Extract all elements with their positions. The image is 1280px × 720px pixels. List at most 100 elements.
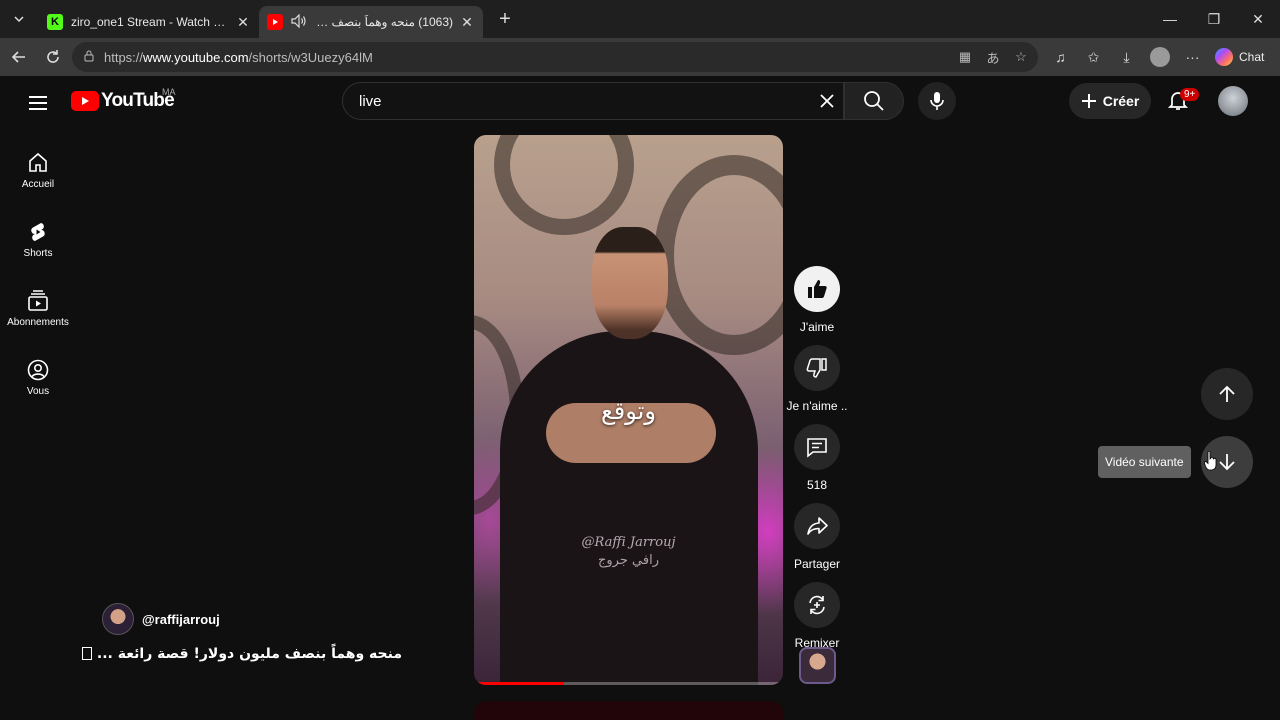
create-button[interactable]: Créer [1069,83,1151,119]
arrow-down-icon [1219,454,1235,471]
next-short-preview [474,701,783,720]
country-code: MA [162,87,176,97]
tab-title: ziro_one1 Stream - Watch Live on [71,15,229,29]
address-bar[interactable]: https://www.youtube.com/shorts/w3Uuezy64… [72,42,1038,72]
close-tab-icon[interactable]: ✕ [235,14,251,31]
youtube-play-icon [71,91,99,111]
background-calligraphy [654,155,783,355]
kick-icon: K [47,14,63,30]
unsupported-glyph-icon [82,647,93,660]
chat-label: Chat [1239,50,1265,64]
search-button[interactable] [844,82,904,120]
short-actions: J'aime Je n'aime .. 518 Partager Remixer [786,266,848,661]
extensions-icon[interactable]: ♫ [1044,42,1077,72]
channel-handle[interactable]: @raffijarrouj [142,612,220,627]
comments-button[interactable] [794,424,840,470]
hand-cursor-icon [1204,450,1217,471]
search-box[interactable] [342,82,844,120]
channel-thumbnail[interactable] [799,647,836,684]
tab-title: (1063) منحه وهماً بنصف مليون [313,15,453,29]
translate-icon[interactable]: あ [982,46,1004,68]
minimize-icon[interactable]: — [1148,0,1192,38]
thumbs-up-icon [808,280,827,298]
sidenav-item-subscriptions[interactable]: Abonnements [4,274,72,343]
channel-info: @raffijarrouj [102,603,220,635]
youtube-page: YouTube MA Créer 9+ Accueil Shorts Abon [0,76,1280,720]
remix-icon [809,595,825,615]
video-progress-bar[interactable] [474,682,783,685]
watermark-latin: @Raffi Jarrouj [581,535,676,550]
browser-tab-youtube[interactable]: (1063) منحه وهماً بنصف مليون ✕ [259,6,483,38]
maximize-icon[interactable]: ❐ [1192,0,1236,38]
browser-tab-kick[interactable]: K ziro_one1 Stream - Watch Live on ✕ [39,6,259,38]
dislike-button[interactable] [794,345,840,391]
you-icon [27,359,49,381]
youtube-icon [267,14,283,30]
side-navigation: Accueil Shorts Abonnements Vous [4,136,72,412]
short-title-text: منحه وهماً بنصف مليون دولار! قصة رائعة .… [96,646,402,662]
arrow-up-icon [1219,385,1235,402]
comment-icon [807,438,827,458]
sidenav-label: Abonnements [7,317,69,328]
remix-button[interactable] [794,582,840,628]
home-icon [29,152,47,172]
plus-icon [1081,94,1096,108]
short-video-player[interactable]: وتوقع @Raffi Jarrouj رافي جروج [474,135,783,685]
browser-toolbar: https://www.youtube.com/shorts/w3Uuezy64… [0,38,1280,76]
dislike-label: Je n'aime .. [786,399,848,413]
youtube-logo[interactable]: YouTube MA [71,87,176,112]
presenter-head [592,227,668,339]
copilot-icon [1215,48,1233,66]
reload-icon[interactable] [36,42,70,72]
site-info-icon[interactable] [82,49,98,66]
next-video-tooltip: Vidéo suivante [1098,446,1191,478]
app-available-icon[interactable]: ▦ [954,46,976,68]
sidenav-item-home[interactable]: Accueil [4,136,72,205]
video-caption: وتوقع [601,397,656,425]
share-arrow-icon [807,517,828,535]
new-tab-plus-icon[interactable]: + [491,5,519,33]
back-arrow-icon[interactable] [2,42,36,72]
sidenav-label: Vous [26,386,50,397]
speaker-icon[interactable] [291,13,307,31]
share-button[interactable] [794,503,840,549]
subscriptions-icon [28,290,48,311]
favorites-icon[interactable]: ✩ [1077,42,1110,72]
notification-badge: 9+ [1180,88,1200,101]
browser-tab-bar: K ziro_one1 Stream - Watch Live on ✕ (10… [0,0,1280,38]
shorts-icon [31,223,45,241]
like-label: J'aime [799,320,835,334]
search-icon [864,91,884,111]
microphone-icon [930,92,944,110]
like-button[interactable] [794,266,840,312]
sidenav-item-shorts[interactable]: Shorts [4,205,72,274]
downloads-icon[interactable]: ⤓ [1110,42,1143,72]
account-avatar[interactable] [1218,86,1248,116]
sidenav-label: Shorts [23,248,53,259]
page-scrollbar[interactable] [1271,76,1280,720]
close-window-icon[interactable]: ✕ [1236,0,1280,38]
tab-list-chevron-icon[interactable] [5,5,33,33]
sidenav-item-you[interactable]: Vous [4,343,72,412]
more-menu-icon[interactable]: ··· [1176,42,1209,72]
short-title[interactable]: منحه وهماً بنصف مليون دولار! قصة رائعة .… [82,646,402,662]
background-calligraphy [494,135,634,235]
favorite-star-icon[interactable]: ☆ [1010,46,1032,68]
channel-avatar[interactable] [102,603,134,635]
create-label: Créer [1102,93,1140,109]
hamburger-menu-icon[interactable] [26,91,50,115]
url-text: https://www.youtube.com/shorts/w3Uuezy64… [104,49,373,65]
voice-search-button[interactable] [918,82,956,120]
previous-video-button[interactable] [1201,368,1253,420]
watermark-arabic: رافي جروج [598,553,659,568]
profile-icon[interactable] [1143,42,1176,72]
clear-search-icon[interactable] [817,91,837,111]
sidenav-label: Accueil [21,179,55,190]
copilot-chat-button[interactable]: Chat [1209,48,1270,66]
close-tab-icon[interactable]: ✕ [459,14,475,31]
comments-count: 518 [806,478,828,492]
share-label: Partager [793,557,841,571]
search-input[interactable] [359,92,799,110]
presenter-body [500,331,758,685]
thumbs-down-icon [806,358,827,378]
